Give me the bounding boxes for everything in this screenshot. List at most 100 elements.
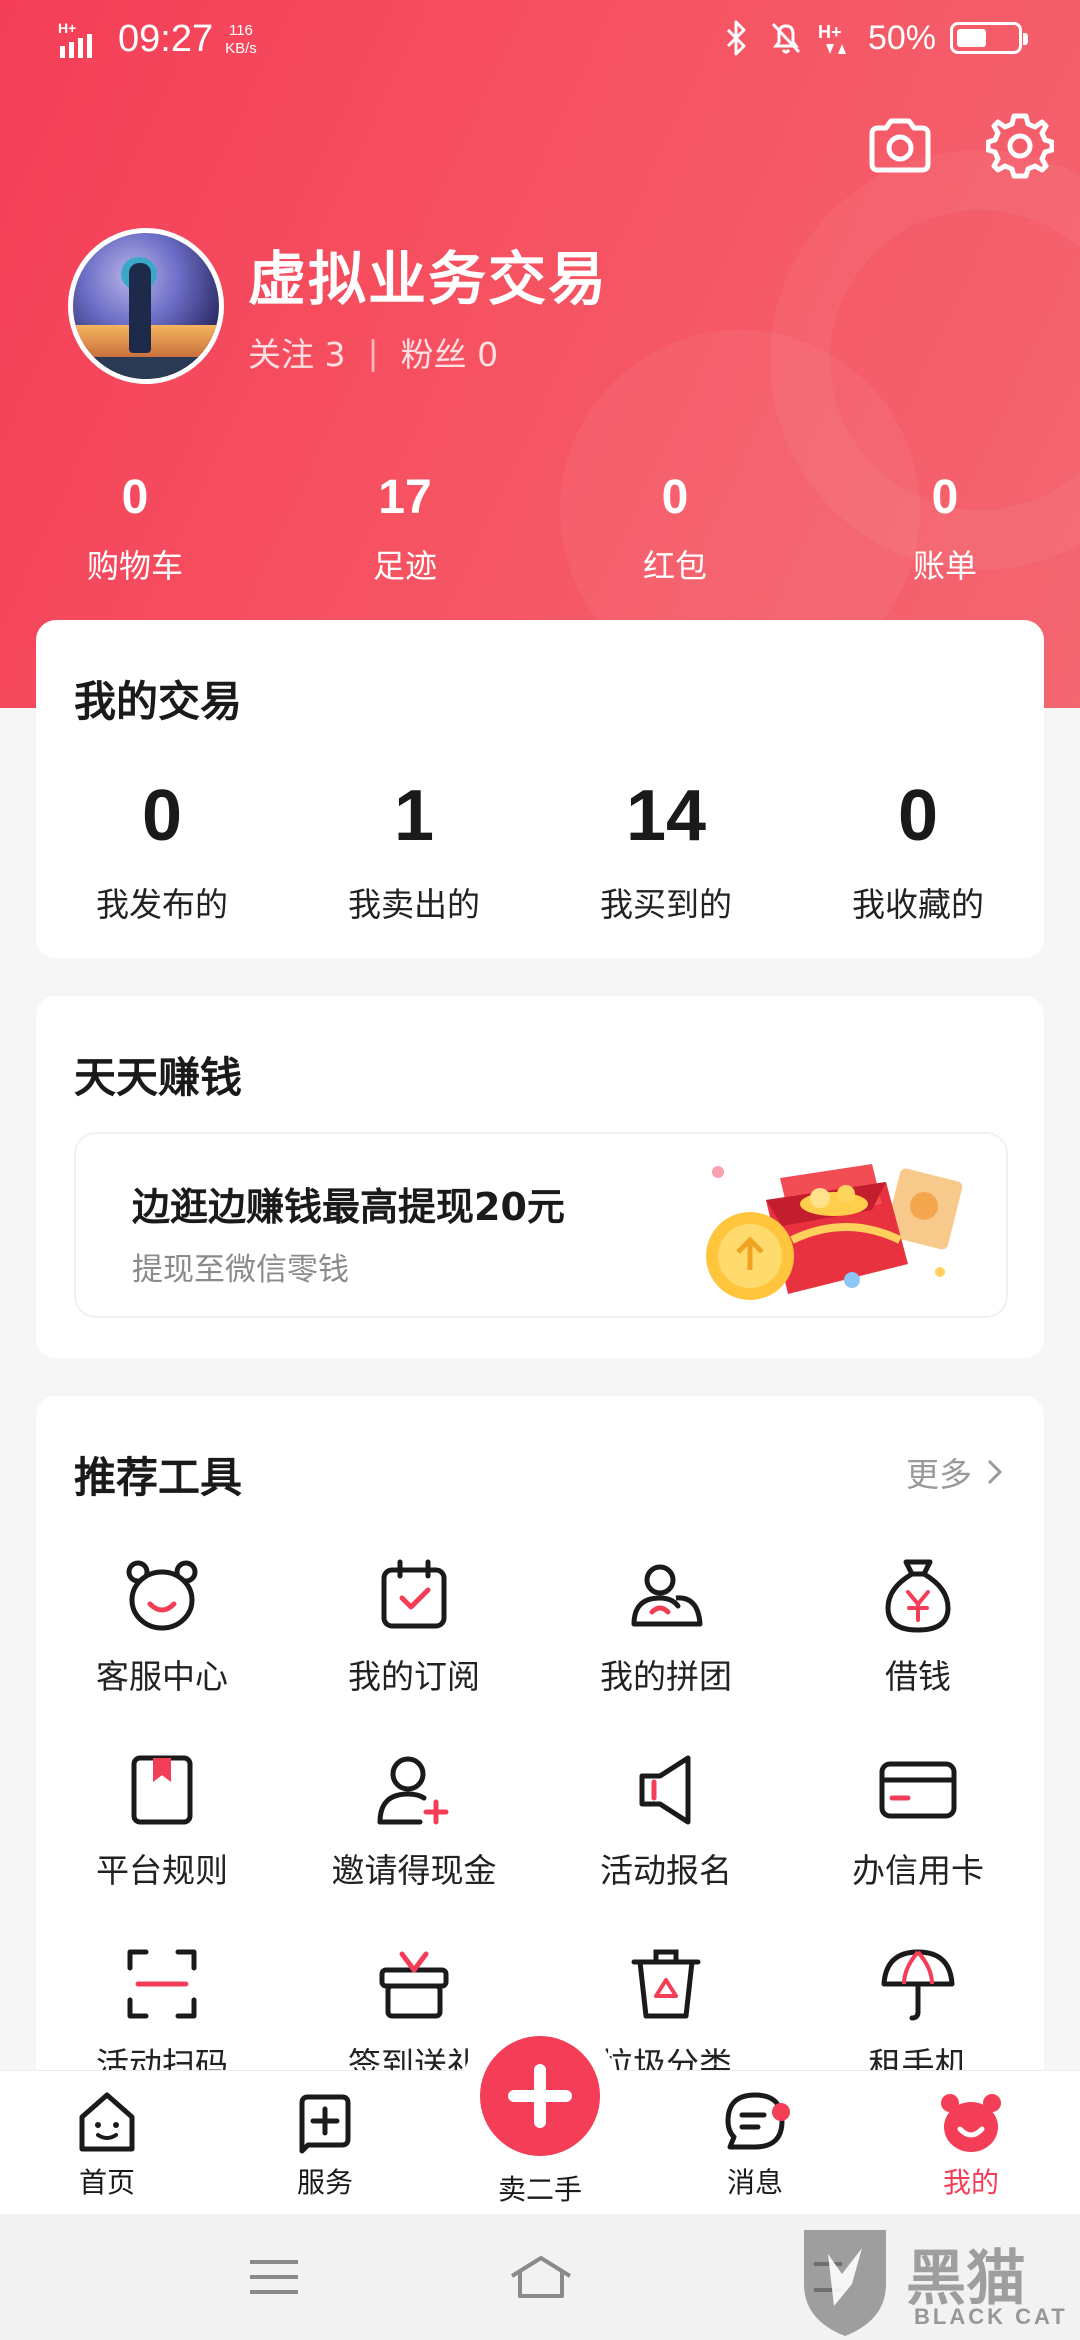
follow-separator: | — [367, 332, 379, 372]
megaphone-icon — [639, 1755, 691, 1825]
trade-label: 我买到的 — [600, 885, 732, 924]
status-bar: H+ 09:27 116 KB/s H+ 50% — [0, 0, 1080, 84]
home-icon[interactable] — [508, 2252, 574, 2302]
stat-cart[interactable]: 0 购物车 — [0, 470, 270, 587]
tool-invite-cash[interactable]: 邀请得现金 — [288, 1750, 540, 1944]
tool-group-buy[interactable]: 我的拼团 — [540, 1556, 792, 1750]
recycle-bin-icon — [631, 1949, 701, 2019]
trade-value: 0 — [141, 776, 183, 856]
tool-customer-service[interactable]: 客服中心 — [36, 1556, 288, 1750]
stat-label: 足迹 — [372, 547, 437, 585]
card-title: 我的交易 — [74, 677, 243, 726]
watermark: 黑猫 BLACK CAT — [790, 2224, 1080, 2340]
trade-value: 0 — [897, 776, 939, 856]
trade-label: 我收藏的 — [852, 885, 984, 924]
trade-stats: 0 我发布的 1 我卖出的 14 我买到的 0 我收藏的 — [36, 780, 1044, 926]
follow-count[interactable]: 关注 3 — [248, 328, 346, 376]
trade-value: 1 — [393, 776, 435, 856]
gift-box-icon — [379, 1951, 449, 2019]
battery-percent: 50% — [867, 18, 936, 57]
fans-count[interactable]: 粉丝 0 — [401, 328, 499, 376]
stat-bills[interactable]: 0 账单 — [810, 470, 1080, 587]
stat-label: 红包 — [642, 547, 707, 585]
camera-icon[interactable] — [866, 112, 934, 180]
tool-label: 平台规则 — [96, 1851, 228, 1890]
stat-label: 账单 — [912, 547, 977, 585]
tab-label: 首页 — [78, 2166, 135, 2199]
tool-credit-card[interactable]: 办信用卡 — [792, 1750, 1044, 1944]
battery-icon — [950, 22, 1028, 54]
stat-value: 0 — [121, 471, 149, 524]
bluetooth-icon — [726, 20, 746, 56]
avatar[interactable] — [68, 228, 224, 384]
stat-value: 17 — [378, 471, 432, 524]
rulebook-icon — [131, 1755, 193, 1825]
trade-published[interactable]: 0 我发布的 — [36, 780, 288, 926]
gear-icon[interactable] — [986, 112, 1054, 180]
service-plus-icon — [299, 2094, 351, 2154]
watermark-subtext: BLACK CAT — [914, 2304, 1068, 2329]
stat-value: 0 — [661, 471, 689, 524]
avatar-figure — [129, 263, 151, 353]
mobile-data-icon: H+ — [818, 22, 846, 54]
more-tools-link[interactable]: 更多 — [906, 1448, 1004, 1496]
tool-platform-rules[interactable]: 平台规则 — [36, 1750, 288, 1944]
red-envelope-gift-icon — [706, 1164, 963, 1300]
tool-label: 活动报名 — [600, 1851, 732, 1890]
tab-label: 卖二手 — [497, 2173, 582, 2206]
stat-label: 购物车 — [86, 547, 183, 585]
more-label: 更多 — [906, 1455, 972, 1494]
sell-button[interactable] — [480, 2036, 600, 2156]
speed-unit: KB/s — [225, 39, 257, 57]
network-speed: 116 KB/s — [225, 22, 257, 58]
tab-label: 消息 — [726, 2166, 783, 2199]
tool-borrow-money[interactable]: 借钱 — [792, 1556, 1044, 1750]
money-bag-icon — [885, 1559, 951, 1633]
stat-red-packets[interactable]: 0 红包 — [540, 470, 810, 587]
clock: 09:27 — [118, 18, 214, 60]
trade-sold[interactable]: 1 我卖出的 — [288, 780, 540, 926]
tool-label: 我的拼团 — [600, 1657, 732, 1696]
menu-icon[interactable] — [244, 2252, 304, 2302]
trade-bought[interactable]: 14 我买到的 — [540, 780, 792, 926]
umbrella-icon — [881, 1949, 955, 2021]
follow-stats: 关注 3 | 粉丝 0 — [248, 328, 498, 376]
trade-label: 我发布的 — [96, 885, 228, 924]
battery-level — [957, 29, 986, 47]
tab-label: 我的 — [942, 2166, 999, 2199]
credit-card-icon — [879, 1761, 957, 1819]
trade-value: 14 — [625, 776, 707, 856]
bear-face-icon — [126, 1560, 198, 1631]
tab-home[interactable]: 首页 — [42, 2089, 172, 2201]
tool-label: 我的订阅 — [348, 1657, 480, 1696]
tool-label: 办信用卡 — [852, 1851, 984, 1890]
tab-sell-secondhand[interactable]: 卖二手 — [460, 2016, 620, 2206]
stat-footprints[interactable]: 17 足迹 — [270, 470, 540, 587]
tool-label: 邀请得现金 — [331, 1851, 497, 1890]
earn-money-card: 天天赚钱 边逛边赚钱最高提现20元 提现至微信零钱 — [36, 996, 1044, 1358]
message-icon — [725, 2092, 785, 2150]
trade-favorites[interactable]: 0 我收藏的 — [792, 780, 1044, 926]
tool-event-signup[interactable]: 活动报名 — [540, 1750, 792, 1944]
tab-label: 服务 — [296, 2166, 353, 2199]
tool-subscriptions[interactable]: 我的订阅 — [288, 1556, 540, 1750]
avatar-ground — [73, 357, 219, 379]
calendar-check-icon — [381, 1559, 447, 1629]
tool-label: 客服中心 — [96, 1657, 228, 1696]
recommended-tools-card: 推荐工具 更多 客服中心 我的订阅 我的拼团 借钱 平台规则 邀请得现金 活动报… — [36, 1396, 1044, 2096]
trade-label: 我卖出的 — [348, 885, 480, 924]
group-icon — [631, 1564, 703, 1627]
speed-value: 116 — [228, 21, 253, 39]
tab-services[interactable]: 服务 — [260, 2089, 390, 2201]
earn-banner-title: 边逛边赚钱最高提现20元 — [132, 1185, 565, 1229]
username[interactable]: 虚拟业务交易 — [248, 232, 608, 316]
earn-banner-subtitle: 提现至微信零钱 — [132, 1252, 349, 1288]
invite-user-icon — [377, 1756, 449, 1825]
earn-banner[interactable]: 边逛边赚钱最高提现20元 提现至微信零钱 — [74, 1132, 1008, 1318]
signal-icon: H+ — [58, 20, 92, 58]
tab-messages[interactable]: 消息 — [690, 2089, 820, 2201]
black-cat-shield-icon — [804, 2230, 886, 2336]
unread-badge — [772, 2103, 790, 2121]
tab-mine[interactable]: 我的 — [906, 2089, 1036, 2201]
scan-icon — [127, 1949, 197, 2019]
